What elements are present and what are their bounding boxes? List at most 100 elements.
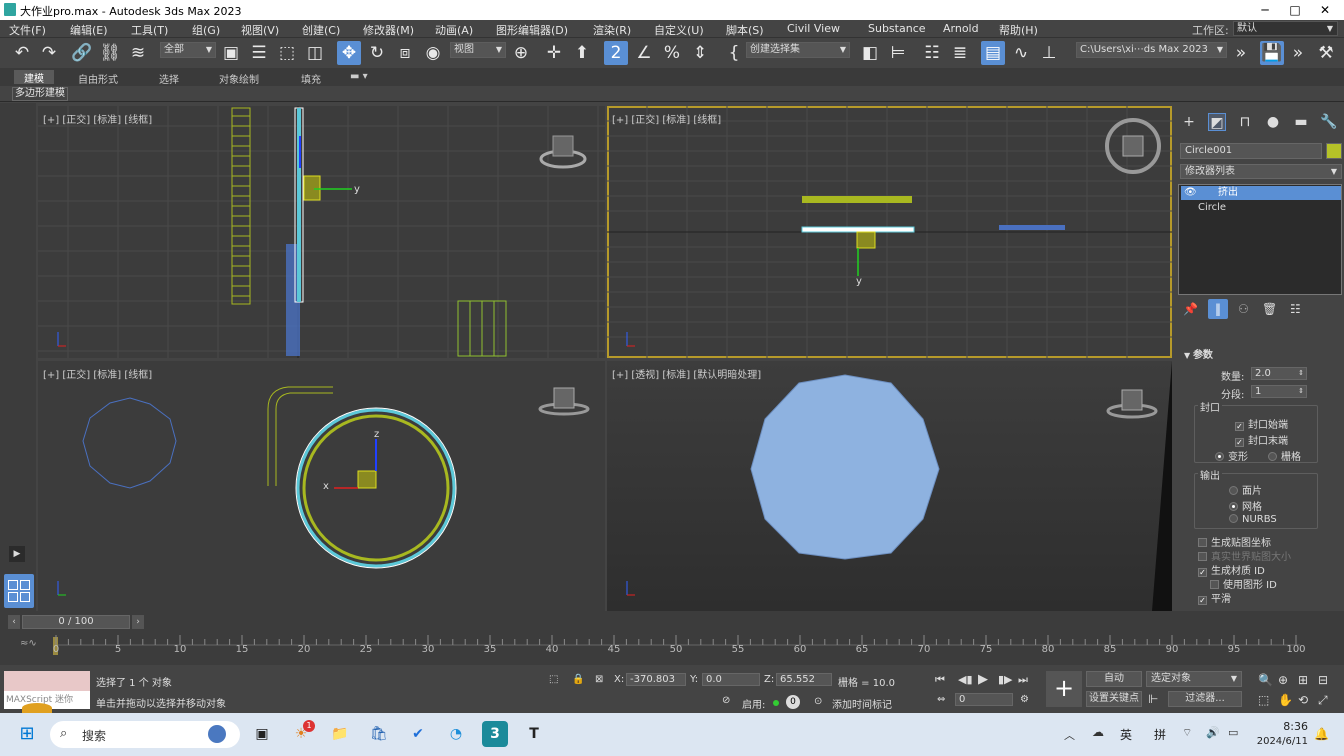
tab-object-paint[interactable]: 对象绘制 [219, 71, 259, 86]
viewport-perspective-label[interactable]: [+] [透视] [标准] [默认明暗处理] [612, 366, 761, 381]
pivot-center-icon[interactable]: ⊕ [509, 41, 533, 65]
current-frame-field[interactable]: 0 [955, 693, 1013, 706]
bind-spacewarp-icon[interactable]: ≋ [126, 41, 150, 65]
edge-icon[interactable]: ◔ [443, 721, 469, 747]
zoom-extents-all-icon[interactable]: ⊟ [1318, 673, 1328, 687]
auto-key-button[interactable]: 自动 [1086, 671, 1142, 687]
viewport-left-label[interactable]: [+] [正交] [标准] [线框] [43, 366, 152, 381]
close-button[interactable]: ✕ [1310, 1, 1340, 19]
segments-spinner[interactable]: 1 ⇕ [1251, 385, 1307, 398]
file-explorer-icon[interactable]: 📁 [327, 721, 353, 747]
nurbs-radio[interactable]: NURBS [1229, 514, 1277, 525]
make-unique-icon[interactable]: ⚇ [1238, 302, 1249, 316]
scene-explorer-icon[interactable]: ☷ [920, 41, 944, 65]
notification-icon[interactable]: 🔔 [1314, 727, 1329, 741]
named-selection-dropdown[interactable]: 创建选择集 ▼ [746, 42, 850, 58]
coord-x-field[interactable]: -370.803 [626, 673, 686, 686]
reference-coord-dropdown[interactable]: 视图 ▼ [450, 42, 506, 58]
zoom-icon[interactable]: 🔍 [1258, 673, 1273, 687]
save-icon[interactable]: 💾 [1260, 41, 1284, 65]
menu-views[interactable]: 视图(V) [241, 22, 279, 38]
rollout-title[interactable]: ▼ 参数 [1184, 346, 1213, 361]
select-rotate-icon[interactable]: ↻ [365, 41, 389, 65]
minimize-button[interactable]: ─ [1250, 1, 1280, 19]
edit-named-selection-icon[interactable]: { [722, 41, 746, 65]
selected-object-dropdown[interactable]: 选定对象 ▼ [1146, 671, 1242, 687]
object-color-swatch[interactable] [1326, 143, 1342, 159]
stack-item-circle[interactable]: Circle [1181, 201, 1341, 215]
select-move-icon[interactable]: ✥ [337, 41, 361, 65]
patch-radio[interactable]: 面片 [1229, 482, 1262, 497]
create-tab-icon[interactable]: + [1180, 113, 1198, 131]
pan-icon[interactable]: ✋ [1278, 693, 1293, 707]
menu-graph-editors[interactable]: 图形编辑器(D) [496, 22, 568, 38]
hierarchy-tab-icon[interactable]: ⊓ [1236, 113, 1254, 131]
percent-snap-icon[interactable]: % [660, 41, 684, 65]
undo-icon[interactable]: ↶ [10, 41, 34, 65]
motion-tab-icon[interactable]: ● [1264, 113, 1282, 131]
tab-selection[interactable]: 选择 [159, 71, 179, 86]
zoom-all-icon[interactable]: ⊕ [1278, 673, 1288, 687]
windows-start-icon[interactable]: ⊞ [14, 721, 40, 747]
time-config-icon[interactable]: ⚙ [1020, 694, 1029, 705]
input-lang-pinyin[interactable]: 拼 [1154, 726, 1166, 743]
time-next-icon[interactable]: › [132, 615, 144, 629]
modify-tab-icon[interactable]: ◩ [1208, 113, 1226, 131]
clock-date[interactable]: 2024/6/11 [1248, 736, 1308, 747]
grid-radio[interactable]: 栅格 [1268, 448, 1301, 463]
store-icon[interactable]: 🛍 [366, 721, 392, 747]
hammer-icon[interactable]: ⚒ [1314, 41, 1338, 65]
zoom-extents-icon[interactable]: ⊞ [1298, 673, 1308, 687]
set-key-button[interactable]: 设置关键点 [1086, 691, 1142, 707]
menu-customize[interactable]: 自定义(U) [654, 22, 704, 38]
cap-start-checkbox[interactable]: ✓ 封口始端 [1235, 416, 1288, 431]
ribbon-toggle-icon[interactable]: ▤ [981, 41, 1005, 65]
project-path-dropdown[interactable]: C:\Users\xi⋯ds Max 2023 ▼ [1076, 42, 1227, 58]
menu-rendering[interactable]: 渲染(R) [593, 22, 631, 38]
menu-edit[interactable]: 编辑(E) [70, 22, 108, 38]
menu-arnold[interactable]: Arnold [943, 22, 979, 35]
spinner-snap-icon[interactable]: ⇕ [688, 41, 712, 65]
modifier-list-dropdown[interactable]: 修改器列表 ▼ [1180, 164, 1342, 179]
add-time-tag[interactable]: 添加时间标记 [832, 696, 892, 711]
goto-start-icon[interactable]: ⏮ [935, 673, 945, 687]
eye-icon[interactable]: 👁 [1184, 186, 1197, 200]
snaps-toggle-icon[interactable]: 2 [604, 41, 628, 65]
gen-map-coords-checkbox[interactable]: 生成贴图坐标 [1198, 534, 1271, 549]
3dsmax-taskbar-icon[interactable]: 3 [482, 721, 508, 747]
polygon-modeling-panel[interactable]: 多边形建模 [12, 87, 68, 101]
rect-selection-icon[interactable]: ⬚ [275, 41, 299, 65]
menu-file[interactable]: 文件(F) [9, 22, 46, 38]
mesh-radio[interactable]: 网格 [1229, 498, 1262, 513]
show-end-result-icon[interactable]: ‖ [1208, 299, 1228, 319]
layer-explorer-icon[interactable]: ≣ [948, 41, 972, 65]
unlink-icon[interactable]: ⛓ [98, 41, 122, 65]
link-icon[interactable]: 🔗 [70, 41, 94, 65]
wifi-icon[interactable]: ⌔ [1182, 726, 1192, 740]
viewport-perspective[interactable]: [+] [透视] [标准] [默认明暗处理] [607, 361, 1172, 611]
prev-frame-icon[interactable]: ◀▮ [958, 673, 973, 686]
fov-icon[interactable]: ⬚ [1258, 693, 1269, 707]
toolbar-overflow-icon[interactable]: » [1229, 41, 1253, 65]
coord-z-field[interactable]: 65.552 [776, 673, 832, 686]
utilities-tab-icon[interactable]: 🔧 [1320, 113, 1338, 131]
morph-radio[interactable]: 变形 [1215, 448, 1248, 463]
selection-filter-dropdown[interactable]: 全部 ▼ [160, 42, 216, 58]
time-prev-icon[interactable]: ‹ [8, 615, 20, 629]
select-place-icon[interactable]: ◉ [421, 41, 445, 65]
volume-icon[interactable]: 🔊 [1206, 726, 1220, 739]
viewport-top[interactable]: [+] [正交] [标准] [线框] y [607, 106, 1172, 358]
typora-icon[interactable]: T [521, 721, 547, 747]
task-view-icon[interactable]: ▣ [249, 721, 275, 747]
absolute-mode-icon[interactable]: ⊠ [595, 674, 603, 685]
clock-time[interactable]: 8:36 [1268, 720, 1308, 733]
filters-button[interactable]: 过滤器... [1168, 691, 1242, 707]
coord-y-field[interactable]: 0.0 [702, 673, 760, 686]
tab-populate[interactable]: 填充 [301, 71, 321, 86]
menu-scripting[interactable]: 脚本(S) [726, 22, 764, 38]
select-scale-icon[interactable]: ⧈ [393, 41, 417, 65]
next-frame-icon[interactable]: ▮▶ [998, 673, 1013, 686]
select-manipulate-icon[interactable]: ✛ [542, 41, 566, 65]
gen-material-id-checkbox[interactable]: ✓ 生成材质 ID [1198, 562, 1265, 577]
menu-civil-view[interactable]: Civil View [787, 22, 840, 35]
